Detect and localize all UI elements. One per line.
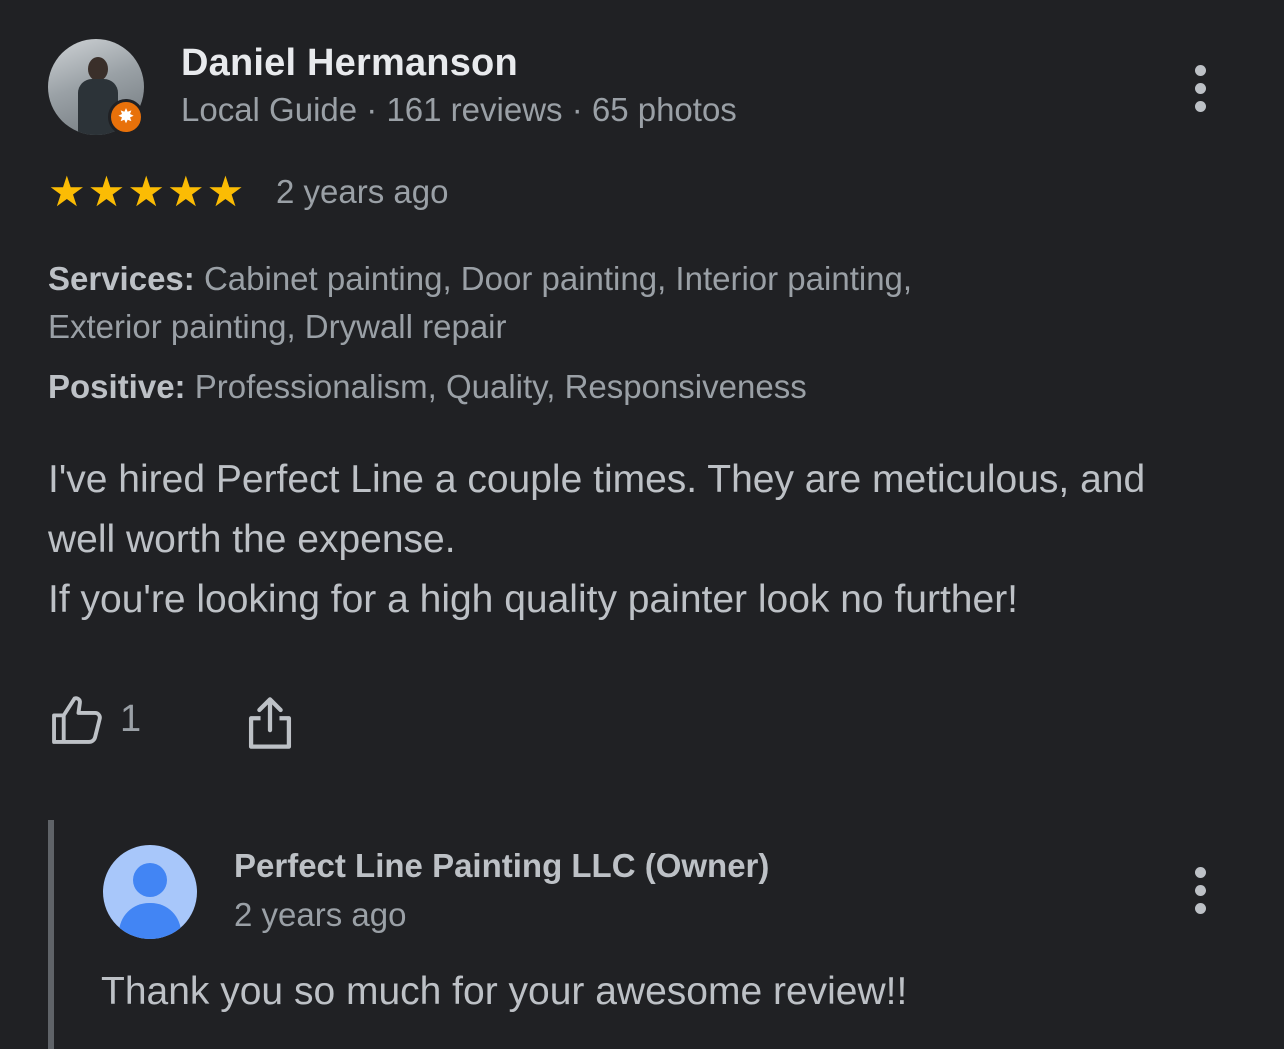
- review-card: ✸ Daniel Hermanson Local Guide · 161 rev…: [0, 0, 1284, 1049]
- owner-reply-divider: [48, 820, 54, 1049]
- reviewer-meta[interactable]: Local Guide · 161 reviews · 65 photos: [181, 91, 737, 129]
- more-vert-icon-dot: [1194, 100, 1206, 112]
- owner-reply-text: Thank you so much for your awesome revie…: [101, 970, 908, 1013]
- review-text: I've hired Perfect Line a couple times. …: [48, 450, 1198, 630]
- more-vert-icon-dot: [1194, 902, 1206, 914]
- like-button[interactable]: 1: [48, 690, 141, 748]
- more-vert-icon-dot: [1194, 866, 1206, 878]
- star-icon: ★: [87, 168, 126, 215]
- star-icon: ★: [127, 168, 165, 215]
- star-rating: ★ ★ ★ ★ ★: [48, 170, 244, 214]
- like-count: 1: [120, 697, 142, 740]
- avatar-photo-head: [88, 57, 108, 81]
- reply-more-options-button[interactable]: [1180, 860, 1220, 920]
- share-icon: [248, 697, 292, 749]
- more-vert-icon-dot: [1194, 64, 1206, 76]
- review-date: 2 years ago: [276, 173, 449, 210]
- review-text-line: If you're looking for a high quality pai…: [48, 578, 1019, 621]
- review-more-options-button[interactable]: [1180, 58, 1220, 118]
- positive-attribute: Positive: Professionalism, Quality, Resp…: [48, 363, 1048, 411]
- owner-reply-date: 2 years ago: [234, 896, 407, 933]
- star-icon: ★: [206, 168, 245, 215]
- owner-avatar-head: [133, 863, 167, 897]
- share-button[interactable]: [244, 694, 296, 757]
- services-label: Services:: [48, 260, 195, 297]
- star-icon: ★: [166, 168, 205, 215]
- owner-avatar[interactable]: [103, 845, 197, 939]
- positive-label: Positive:: [48, 368, 186, 405]
- more-vert-icon-dot: [1194, 884, 1206, 896]
- services-attribute: Services: Cabinet painting, Door paintin…: [48, 255, 1008, 351]
- local-guide-badge-icon: ✸: [108, 99, 144, 135]
- star-icon: ★: [48, 168, 86, 215]
- owner-avatar-body: [119, 903, 181, 939]
- more-vert-icon-dot: [1194, 82, 1206, 94]
- review-text-line: I've hired Perfect Line a couple times. …: [48, 458, 1146, 561]
- owner-name: Perfect Line Painting LLC (Owner): [234, 847, 770, 884]
- thumb-up-icon: [52, 696, 102, 744]
- reviewer-name[interactable]: Daniel Hermanson: [181, 42, 518, 85]
- positive-value: Professionalism, Quality, Responsiveness: [194, 368, 807, 405]
